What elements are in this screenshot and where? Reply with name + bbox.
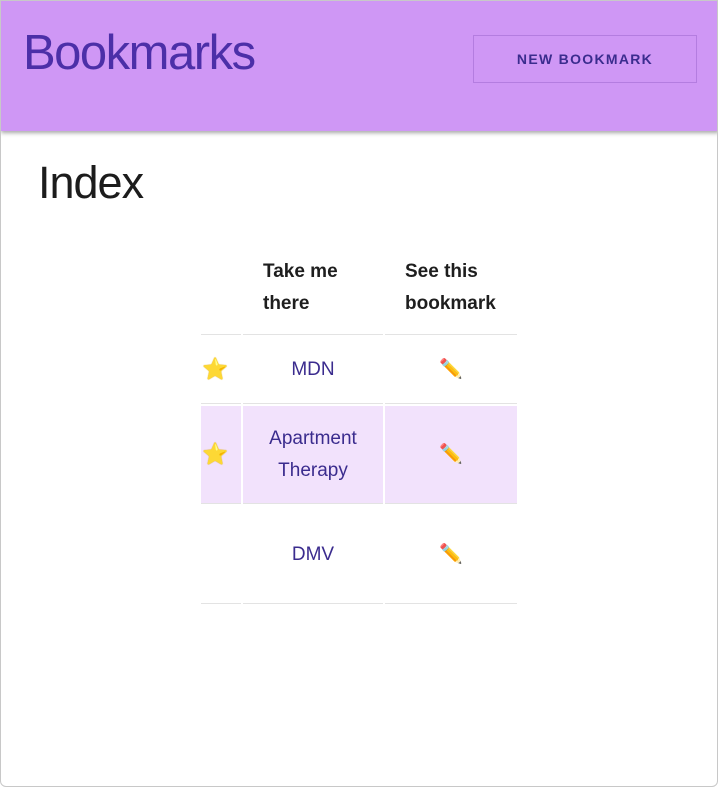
view-cell: ✏️ [385,406,517,504]
star-cell: ⭐ [201,337,241,404]
bookmarks-table: Take me there See this bookmark ⭐ MDN ✏️… [199,254,519,606]
view-cell: ✏️ [385,506,517,604]
app-header: Bookmarks NEW BOOKMARK [1,1,717,131]
star-icon: ⭐ [202,442,229,466]
table-row: ⭐ Apartment Therapy ✏️ [201,406,517,504]
star-icon: ⭐ [202,358,229,381]
page-title: Index [38,157,144,208]
bookmark-link[interactable]: Apartment Therapy [269,428,357,481]
table-row: DMV ✏️ [201,506,517,604]
column-header-star [201,256,241,335]
pencil-icon[interactable]: ✏️ [439,444,463,465]
view-cell: ✏️ [385,337,517,404]
pencil-icon[interactable]: ✏️ [439,359,463,380]
bookmark-link[interactable]: DMV [292,544,334,565]
app-window: Bookmarks NEW BOOKMARK Index Take me the… [0,0,718,787]
brand-title[interactable]: Bookmarks [23,25,256,81]
link-cell: DMV [243,506,383,604]
star-cell [201,506,241,604]
column-header-link: Take me there [243,256,383,335]
star-cell: ⭐ [201,406,241,504]
link-cell: Apartment Therapy [243,406,383,504]
bookmark-link[interactable]: MDN [291,359,334,380]
column-header-view: See this bookmark [385,256,517,335]
link-cell: MDN [243,337,383,404]
new-bookmark-button[interactable]: NEW BOOKMARK [473,35,697,83]
table-row: ⭐ MDN ✏️ [201,337,517,404]
pencil-icon[interactable]: ✏️ [439,544,463,565]
table-header-row: Take me there See this bookmark [201,256,517,335]
